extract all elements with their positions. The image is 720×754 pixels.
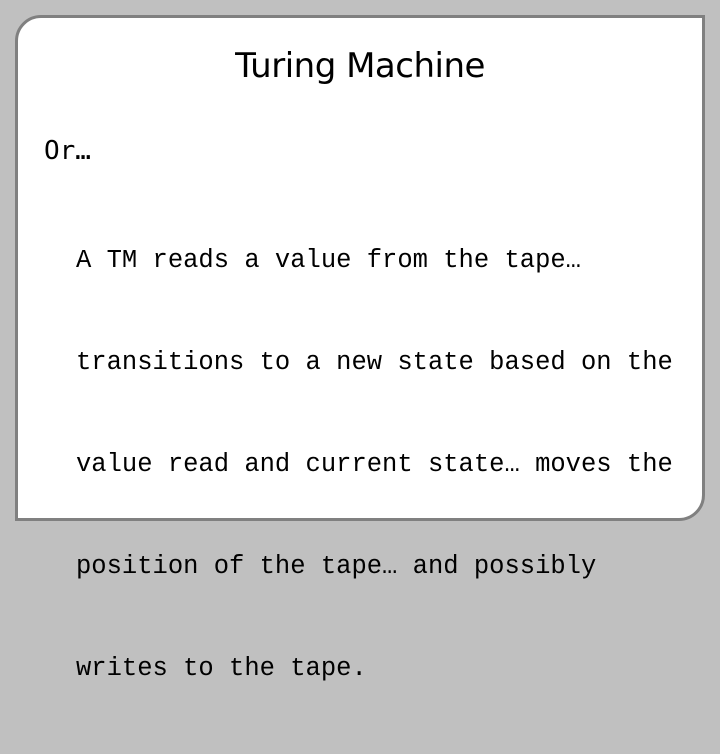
description-line: transitions to a new state based on the	[76, 348, 673, 377]
sub-bullet-description: A TM reads a value from the tape… transi…	[76, 176, 716, 754]
bullet-or: Or…	[44, 136, 91, 166]
description-line: writes to the tape.	[76, 654, 367, 683]
description-line: position of the tape… and possibly	[76, 552, 597, 581]
slide-panel: Turing Machine Or… A TM reads a value fr…	[15, 15, 705, 683]
description-line: A TM reads a value from the tape…	[76, 246, 581, 275]
slide-title: Turing Machine	[235, 46, 485, 86]
description-line: value read and current state… moves the	[76, 450, 673, 479]
